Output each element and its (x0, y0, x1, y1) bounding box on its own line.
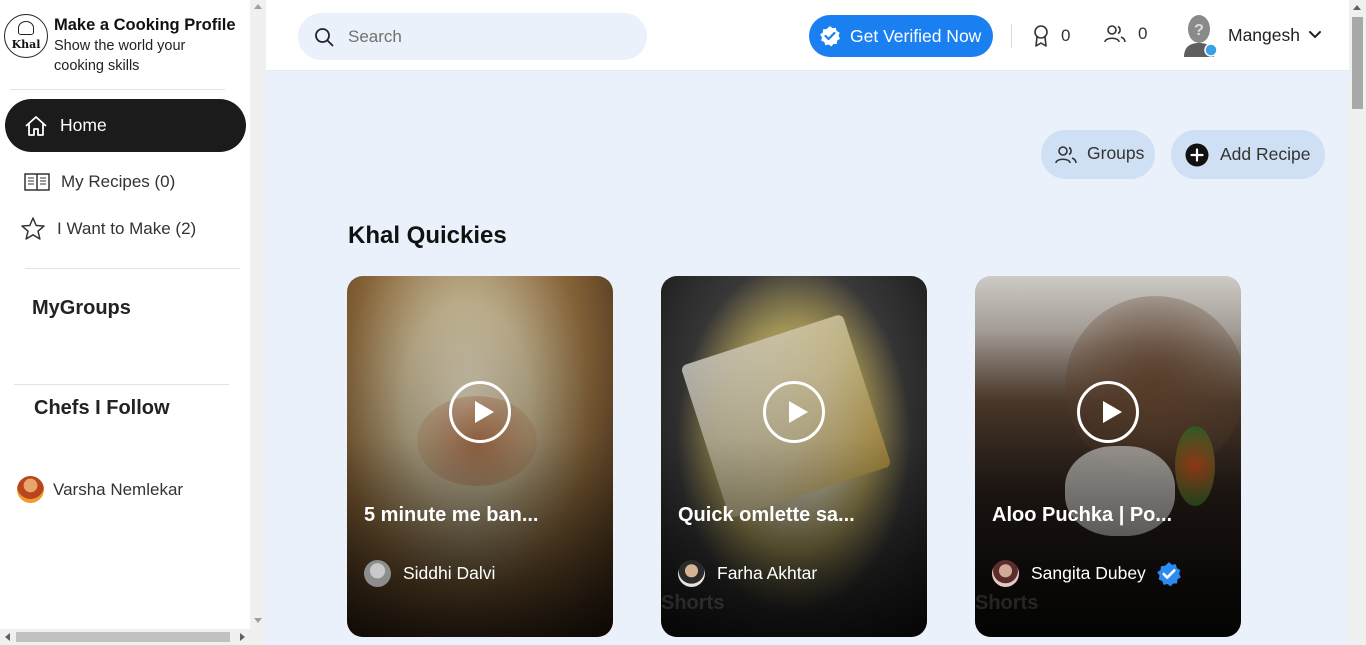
khal-logo-icon: Khal (4, 14, 48, 58)
star-icon (21, 217, 45, 240)
watermark-text: Shorts (661, 592, 725, 614)
sidebar-item-label: My Recipes (0) (61, 172, 176, 191)
card-author[interactable]: Siddhi Dalvi (364, 560, 495, 587)
video-card[interactable]: Aloo Puchka | Po... Sangita Dubey Shorts (975, 276, 1241, 637)
author-name: Farha Akhtar (717, 563, 818, 583)
home-icon (25, 115, 47, 136)
video-card[interactable]: Quick omlette sa... Farha Akhtar Shorts (661, 276, 927, 637)
video-card[interactable]: 5 minute me ban... Siddhi Dalvi (347, 276, 613, 637)
add-recipe-label: Add Recipe (1220, 144, 1311, 164)
sidebar: Khal Make a Cooking Profile Show the wor… (0, 0, 250, 645)
users-icon (1104, 25, 1126, 43)
scroll-down-icon[interactable] (254, 618, 262, 623)
play-icon[interactable] (449, 381, 511, 443)
award-icon (1034, 25, 1048, 47)
add-recipe-button[interactable]: Add Recipe (1171, 130, 1325, 179)
author-name: Siddhi Dalvi (403, 563, 496, 583)
card-title: Aloo Puchka | Po... (992, 504, 1173, 526)
scroll-left-icon[interactable] (5, 633, 10, 641)
watermark-text: Shorts (975, 592, 1039, 614)
scroll-up-icon[interactable] (1353, 5, 1361, 10)
verified-badge-icon (820, 26, 840, 47)
top-bar: Get Verified Now 0 0 ? Mangesh (266, 0, 1349, 71)
badges-count: 0 (1061, 26, 1071, 45)
svg-text:?: ? (1194, 22, 1204, 39)
avatar (678, 560, 705, 587)
scroll-thumb[interactable] (16, 632, 230, 642)
page-scrollbar[interactable] (1349, 0, 1366, 645)
user-menu[interactable]: ? Mangesh (1180, 13, 1322, 57)
section-title: Khal Quickies (348, 222, 507, 249)
divider (14, 384, 229, 385)
scroll-right-icon[interactable] (240, 633, 245, 641)
main-content: Get Verified Now 0 0 ? Mangesh Groups Ad… (266, 0, 1349, 645)
divider (10, 89, 225, 90)
scroll-up-icon[interactable] (254, 4, 262, 9)
badges-stat[interactable]: 0 (1031, 24, 1070, 48)
avatar (992, 560, 1019, 587)
search-icon (315, 27, 334, 46)
verified-badge-icon (1156, 561, 1181, 586)
brand-title: Make a Cooking Profile (54, 16, 236, 34)
author-name: Sangita Dubey (1031, 563, 1146, 583)
friends-count: 0 (1138, 24, 1148, 43)
brand[interactable]: Khal Make a Cooking Profile Show the wor… (4, 14, 236, 76)
play-icon[interactable] (1077, 381, 1139, 443)
groups-label: Groups (1087, 142, 1145, 163)
sidebar-scrollbar[interactable] (250, 0, 266, 645)
play-icon[interactable] (763, 381, 825, 443)
sidebar-item-label: Home (60, 115, 107, 135)
user-name: Mangesh (1228, 24, 1300, 45)
avatar (364, 560, 391, 587)
sidebar-item-my-recipes[interactable]: My Recipes (0) (24, 172, 175, 192)
avatar: ? (1180, 13, 1218, 57)
sidebar-item-want-to-make[interactable]: I Want to Make (2) (20, 216, 196, 242)
scroll-thumb[interactable] (1352, 17, 1363, 109)
logo-text: Khal (11, 38, 41, 51)
chefs-follow-heading: Chefs I Follow (34, 397, 170, 419)
groups-button[interactable]: Groups (1041, 130, 1155, 179)
search-input[interactable] (348, 26, 628, 47)
get-verified-label: Get Verified Now (850, 25, 982, 46)
get-verified-button[interactable]: Get Verified Now (809, 15, 993, 57)
sidebar-item-label: I Want to Make (2) (57, 219, 197, 238)
search-bar[interactable] (298, 13, 647, 60)
friends-stat[interactable]: 0 (1104, 24, 1147, 44)
card-author[interactable]: Sangita Dubey (992, 560, 1182, 587)
sidebar-item-home[interactable]: Home (5, 99, 246, 152)
chef-name: Varsha Nemlekar (53, 479, 184, 499)
recipe-book-icon (24, 173, 50, 191)
divider (25, 268, 240, 269)
chevron-down-icon (1309, 31, 1321, 39)
card-title: Quick omlette sa... (678, 504, 855, 526)
horizontal-scrollbar[interactable] (0, 629, 250, 645)
card-author[interactable]: Farha Akhtar (678, 560, 817, 587)
card-title: 5 minute me ban... (364, 504, 539, 526)
chef-item[interactable]: Varsha Nemlekar (17, 476, 183, 503)
users-icon (1055, 145, 1077, 163)
avatar (17, 476, 44, 503)
my-groups-heading: MyGroups (32, 297, 131, 319)
divider (1011, 24, 1012, 48)
plus-circle-icon (1185, 143, 1209, 166)
brand-subtitle: Show the world your cooking skills (54, 38, 186, 74)
